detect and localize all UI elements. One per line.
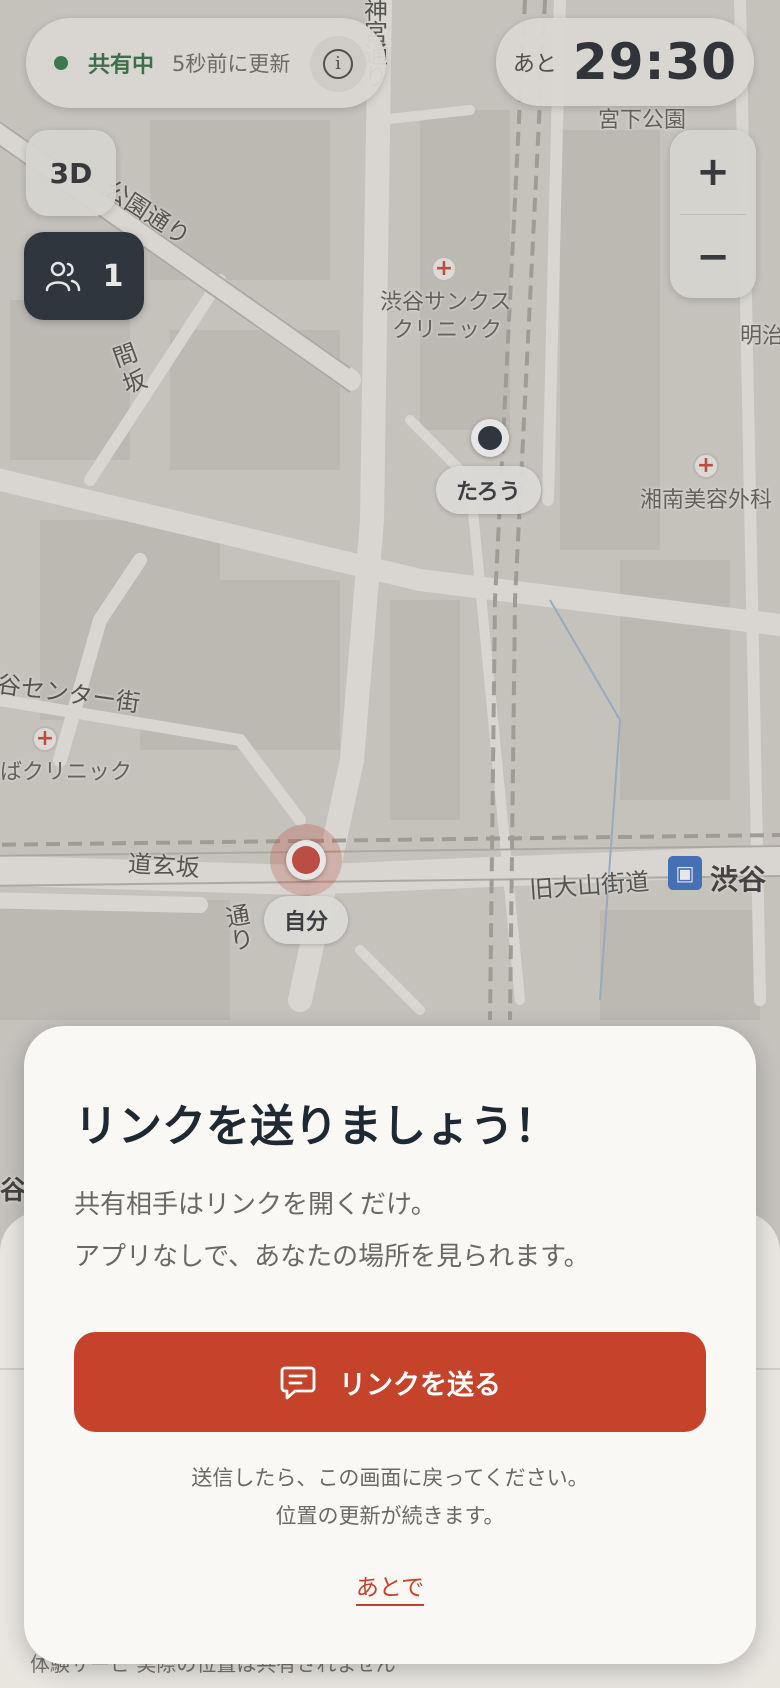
- sheet-title: リンクを送りましょう！: [74, 1101, 558, 1152]
- sheet-description-line1: 共有相手はリンクを開くだけ。: [74, 1190, 437, 1220]
- send-link-sheet: リンクを送りましょう！ 共有相手はリンクを開くだけ。 アプリなしで、あなたの場所…: [24, 1026, 756, 1664]
- later-link-row: あとで: [24, 1568, 756, 1606]
- sheet-note-line1: 送信したら、この画面に戻ってください。: [191, 1466, 589, 1490]
- message-icon: [280, 1366, 316, 1400]
- later-link[interactable]: あとで: [355, 1575, 425, 1606]
- sheet-description-line2: アプリなしで、あなたの場所を見られます。: [74, 1242, 590, 1272]
- sheet-note-line2: 位置の更新が続きます。: [275, 1504, 505, 1528]
- send-link-button-label: リンクを送る: [339, 1369, 501, 1401]
- send-link-button[interactable]: リンクを送る: [74, 1332, 706, 1432]
